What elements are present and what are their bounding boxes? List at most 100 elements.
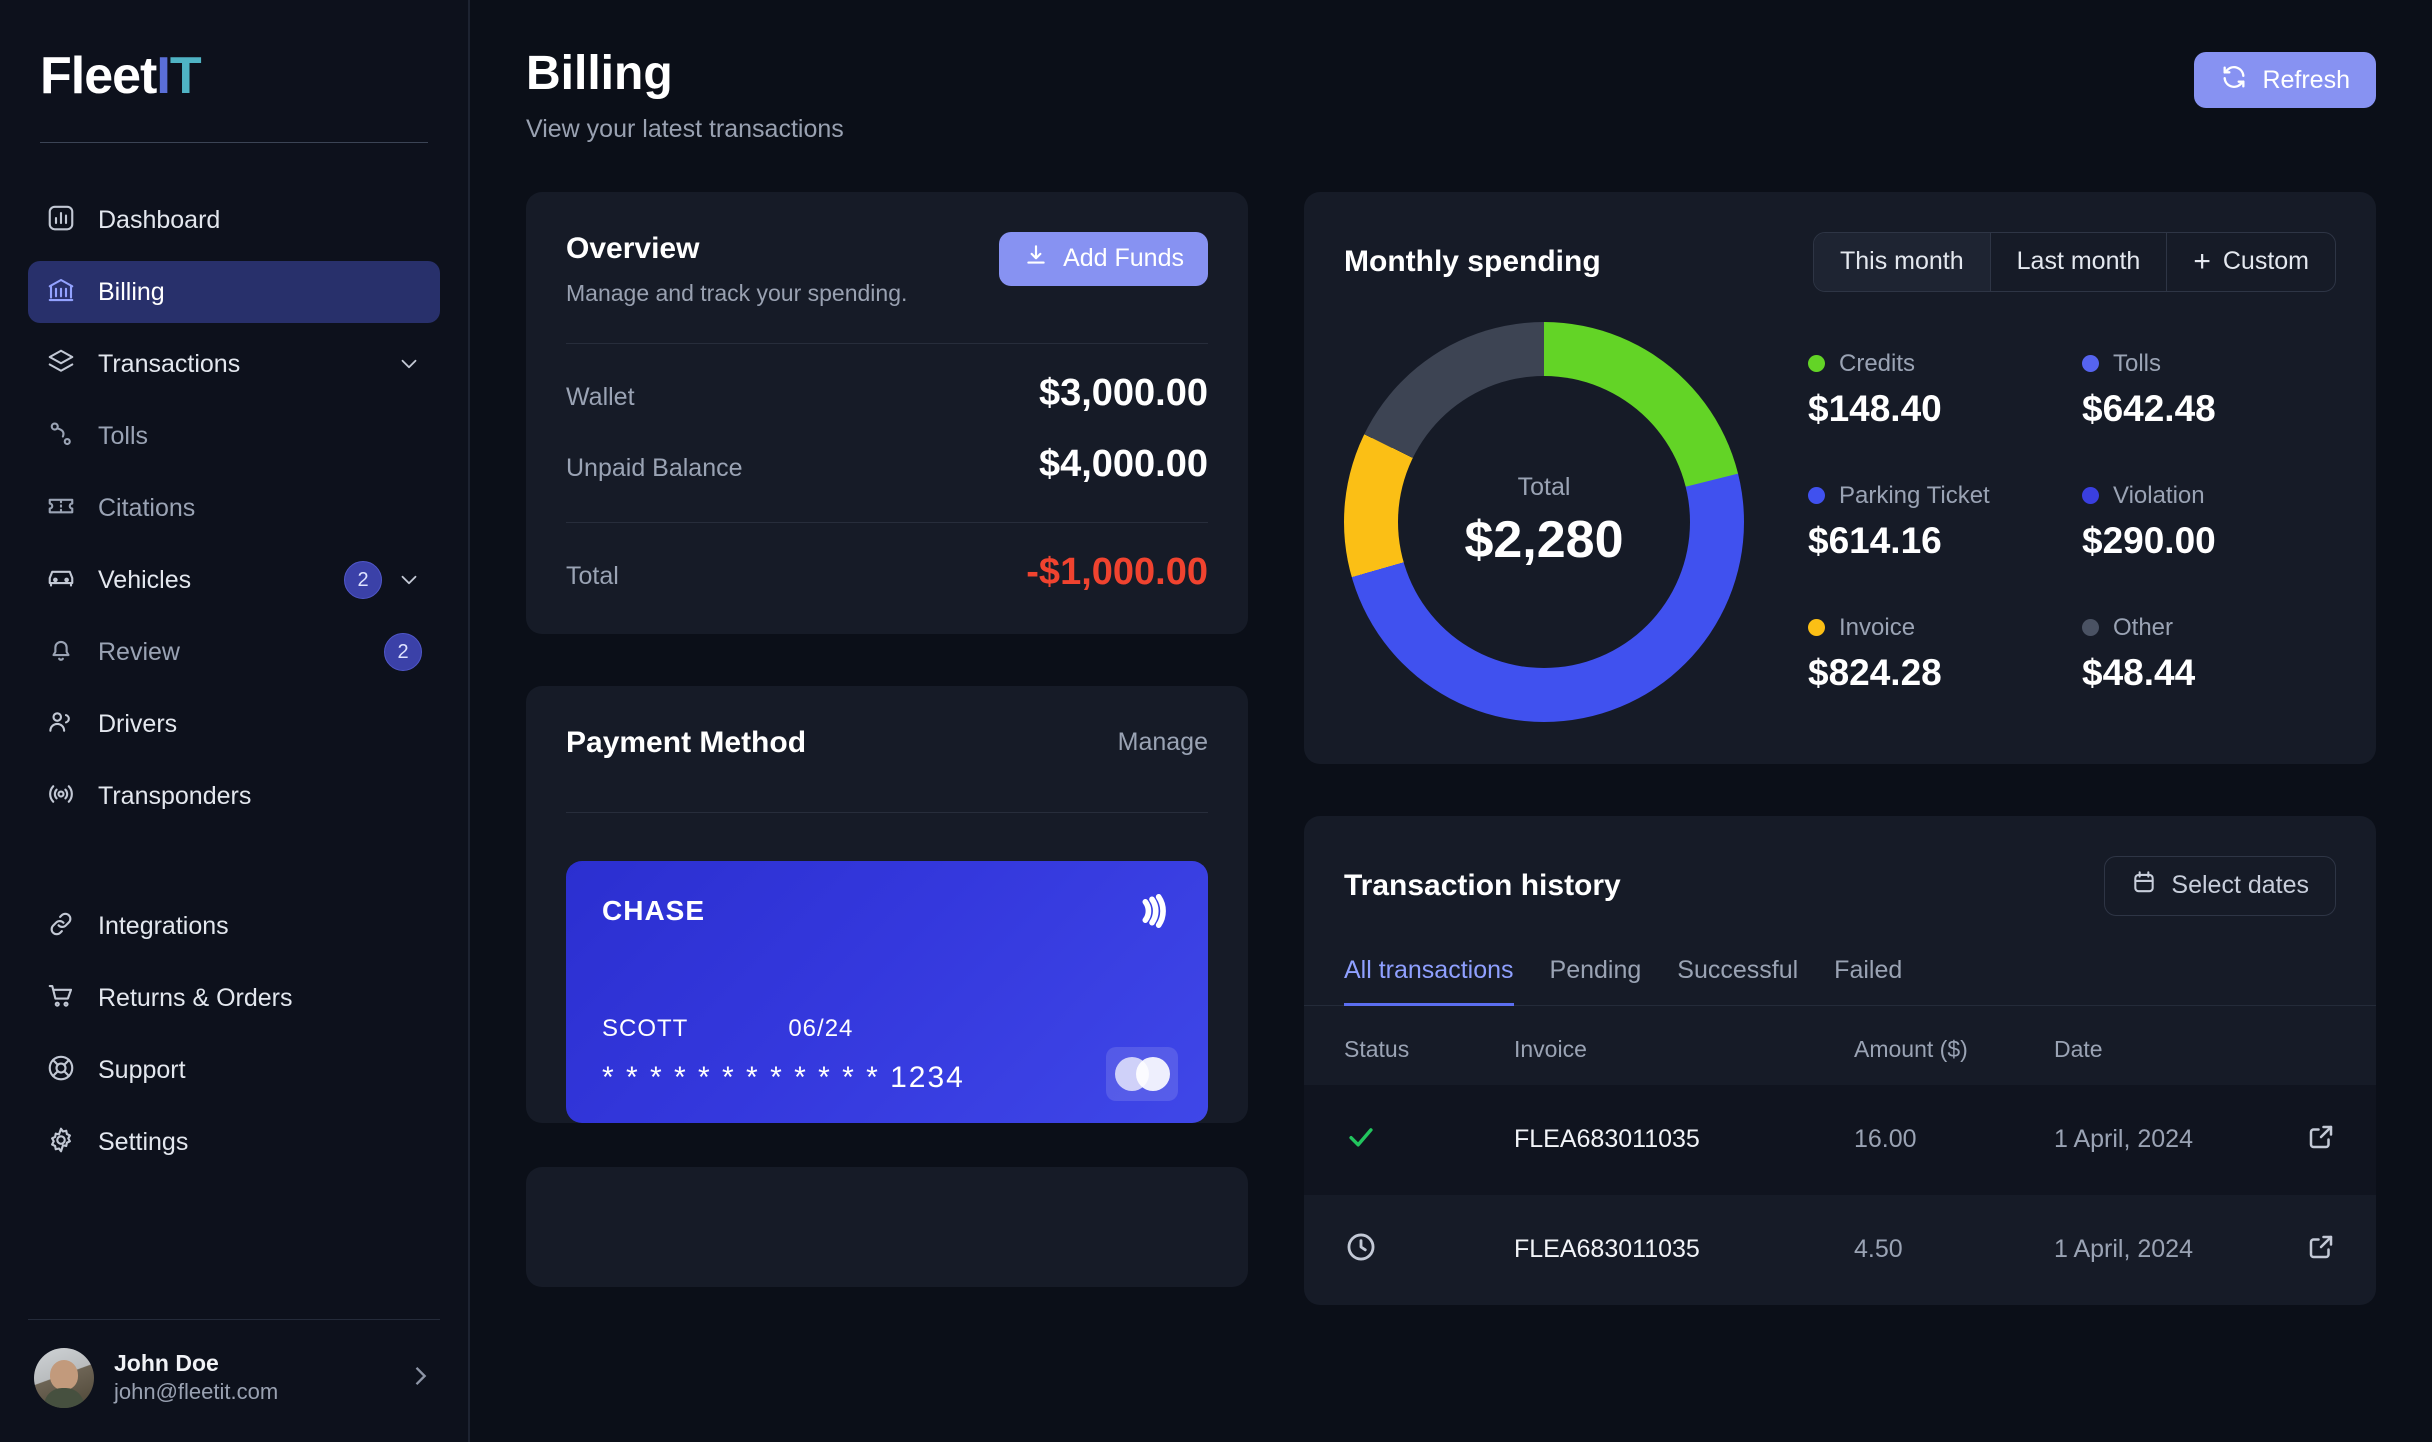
- calendar-icon: [2131, 869, 2157, 902]
- range-this-month-button[interactable]: This month: [1813, 232, 1991, 291]
- legend-item-other: Other $48.44: [2082, 614, 2336, 694]
- tab-successful[interactable]: Successful: [1677, 956, 1798, 1006]
- table-row[interactable]: FLEA683011035 16.00 1 April, 2024: [1304, 1084, 2376, 1195]
- legend-item-violation: Violation $290.00: [2082, 482, 2336, 562]
- legend-dot: [1808, 487, 1825, 505]
- sidebar-item-transponders[interactable]: Transponders: [28, 765, 440, 827]
- logo[interactable]: FleetIT: [0, 0, 468, 102]
- logo-text-fleet: Fleet: [40, 47, 157, 105]
- range-label: Last month: [2016, 247, 2141, 276]
- credit-card[interactable]: CHASE SCOTT 06/24 * * * * * * * * * * * …: [566, 860, 1208, 1123]
- layers-icon: [46, 347, 76, 382]
- refresh-label: Refresh: [2262, 65, 2350, 94]
- overview-total-value: -$1,000.00: [1026, 550, 1208, 593]
- sidebar-item-settings[interactable]: Settings: [28, 1111, 440, 1173]
- legend-label: Tolls: [2113, 349, 2162, 377]
- sidebar-label: Settings: [98, 1127, 189, 1156]
- refresh-button[interactable]: Refresh: [2194, 52, 2376, 108]
- sidebar-label: Citations: [98, 493, 196, 522]
- logo-text-t: T: [169, 47, 202, 105]
- chevron-down-icon[interactable]: [396, 567, 422, 593]
- overview-row-unpaid-balance: Unpaid Balance $4,000.00: [526, 415, 1248, 486]
- legend-value: $290.00: [2082, 519, 2216, 561]
- add-funds-button[interactable]: Add Funds: [999, 231, 1208, 286]
- sidebar-item-tolls[interactable]: Tolls: [28, 405, 440, 467]
- sidebar-item-returns-orders[interactable]: Returns & Orders: [28, 967, 440, 1029]
- payment-method-divider: [566, 811, 1208, 813]
- add-funds-label: Add Funds: [1063, 244, 1184, 273]
- car-icon: [46, 563, 76, 598]
- tab-all-transactions[interactable]: All transactions: [1344, 956, 1514, 1006]
- legend-item-tolls: Tolls $642.48: [2082, 350, 2336, 430]
- sidebar-item-support[interactable]: Support: [28, 1039, 440, 1101]
- route-icon: [46, 419, 76, 454]
- sidebar-label: Vehicles: [98, 565, 192, 594]
- sidebar-item-drivers[interactable]: Drivers: [28, 693, 440, 755]
- sidebar-item-transactions[interactable]: Transactions: [28, 333, 440, 395]
- sidebar-label: Integrations: [98, 911, 229, 940]
- sidebar-item-integrations[interactable]: Integrations: [28, 895, 440, 957]
- range-last-month-button[interactable]: Last month: [1991, 232, 2168, 291]
- table-row[interactable]: FLEA683011035 4.50 1 April, 2024: [1304, 1195, 2376, 1305]
- legend-dot: [2082, 487, 2099, 505]
- link-icon: [46, 909, 76, 944]
- sidebar-label: Review: [98, 637, 180, 666]
- gear-icon: [46, 1125, 76, 1160]
- user-profile[interactable]: John Doe john@fleetit.com: [0, 1320, 468, 1442]
- open-external-icon[interactable]: [2246, 1122, 2336, 1157]
- legend-value: $614.16: [1808, 519, 1942, 561]
- date-range-segmented-control: This month Last month + Custom: [1812, 231, 2336, 292]
- table-header-row: Status Invoice Amount ($) Date: [1304, 1006, 2376, 1085]
- open-external-icon[interactable]: [2246, 1232, 2336, 1267]
- select-dates-button[interactable]: Select dates: [2104, 855, 2336, 916]
- tab-failed[interactable]: Failed: [1834, 956, 1902, 1006]
- column-header-status: Status: [1344, 1035, 1410, 1062]
- sidebar-item-vehicles[interactable]: Vehicles 2: [28, 549, 440, 611]
- transaction-history-title: Transaction history: [1344, 868, 1621, 902]
- avatar: [34, 1348, 94, 1408]
- monthly-spending-title: Monthly spending: [1344, 244, 1601, 278]
- sidebar-label: Support: [98, 1055, 186, 1084]
- badge-count: 2: [384, 633, 422, 671]
- lifebuoy-icon: [46, 1053, 76, 1088]
- transaction-tabs: All transactions Pending Successful Fail…: [1304, 916, 2376, 1006]
- cell-amount: 16.00: [1854, 1125, 1917, 1154]
- cell-amount: 4.50: [1854, 1235, 1903, 1264]
- card-holder: SCOTT: [602, 1014, 689, 1042]
- range-custom-button[interactable]: + Custom: [2167, 233, 2335, 291]
- spending-legend: Credits $148.40 Tolls $642.48 Parking Ti…: [1784, 350, 2336, 694]
- tab-pending[interactable]: Pending: [1550, 956, 1642, 1006]
- sidebar: FleetIT Dashboard Billing Transactions T…: [0, 0, 470, 1442]
- logo-text-i: I: [156, 47, 170, 105]
- manage-link[interactable]: Manage: [1118, 728, 1208, 757]
- legend-item-parking-ticket: Parking Ticket $614.16: [1808, 482, 2062, 562]
- payment-method-card: Payment Method Manage CHASE SCOTT 06/24: [526, 685, 1248, 1123]
- logo-divider: [40, 142, 428, 143]
- overview-card: Overview Manage and track your spending.…: [526, 191, 1248, 634]
- cell-invoice: FLEA683011035: [1514, 1125, 1700, 1154]
- transactions-table: Status Invoice Amount ($) Date FLEA68301…: [1304, 1006, 2376, 1305]
- sidebar-item-citations[interactable]: Citations: [28, 477, 440, 539]
- legend-label: Invoice: [1839, 613, 1916, 641]
- left-column: Overview Manage and track your spending.…: [526, 191, 1248, 1305]
- card-expiry: 06/24: [788, 1014, 854, 1042]
- card-number: * * * * * * * * * * * * 1234: [602, 1060, 965, 1094]
- status-successful-icon: [1344, 1120, 1514, 1159]
- signal-icon: [46, 779, 76, 814]
- monthly-spending-card: Monthly spending This month Last month +…: [1304, 191, 2376, 764]
- chevron-down-icon[interactable]: [396, 351, 422, 377]
- column-header-invoice: Invoice: [1514, 1035, 1587, 1062]
- card-brand: CHASE: [602, 894, 706, 926]
- range-label: Custom: [2222, 247, 2309, 276]
- sidebar-item-dashboard[interactable]: Dashboard: [28, 189, 440, 251]
- legend-label: Violation: [2113, 481, 2205, 509]
- download-icon: [1023, 242, 1049, 275]
- bank-icon: [46, 275, 76, 310]
- profile-email: john@fleetit.com: [114, 1379, 279, 1405]
- legend-label: Parking Ticket: [1839, 481, 1990, 509]
- sidebar-item-review[interactable]: Review 2: [28, 621, 440, 683]
- sidebar-item-billing[interactable]: Billing: [28, 261, 440, 323]
- chevron-right-icon[interactable]: [406, 1362, 434, 1395]
- spending-donut-chart: Total $2,280: [1344, 321, 1744, 722]
